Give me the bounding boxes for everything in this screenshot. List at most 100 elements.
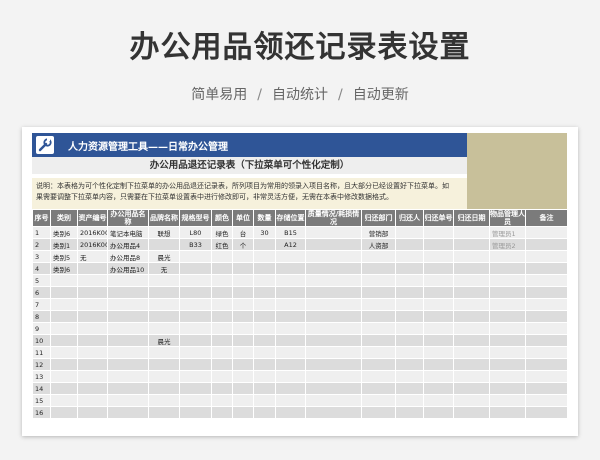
table-cell[interactable] bbox=[489, 322, 526, 335]
table-cell[interactable] bbox=[305, 226, 362, 239]
table-cell[interactable] bbox=[148, 286, 180, 299]
table-cell[interactable] bbox=[305, 238, 362, 251]
table-cell[interactable]: 13 bbox=[32, 370, 51, 383]
table-cell[interactable] bbox=[525, 334, 568, 347]
table-cell[interactable] bbox=[361, 250, 396, 263]
table-cell[interactable] bbox=[305, 334, 362, 347]
table-cell[interactable] bbox=[179, 274, 212, 287]
table-cell[interactable] bbox=[395, 382, 424, 395]
table-cell[interactable] bbox=[525, 298, 568, 311]
table-cell[interactable] bbox=[77, 274, 108, 287]
table-cell[interactable] bbox=[361, 370, 396, 383]
table-cell[interactable] bbox=[275, 382, 306, 395]
table-cell[interactable] bbox=[148, 394, 180, 407]
table-cell[interactable]: 11 bbox=[32, 346, 51, 359]
table-cell[interactable] bbox=[453, 226, 490, 239]
table-cell[interactable] bbox=[305, 394, 362, 407]
table-cell[interactable] bbox=[50, 382, 78, 395]
table-cell[interactable] bbox=[50, 370, 78, 383]
table-cell[interactable] bbox=[423, 298, 454, 311]
table-cell[interactable] bbox=[275, 394, 306, 407]
column-header[interactable]: 归还人 bbox=[395, 209, 424, 227]
table-cell[interactable]: 8 bbox=[32, 310, 51, 323]
table-cell[interactable] bbox=[211, 358, 233, 371]
table-cell[interactable] bbox=[211, 322, 233, 335]
table-cell[interactable] bbox=[211, 334, 233, 347]
table-cell[interactable] bbox=[423, 346, 454, 359]
table-cell[interactable] bbox=[107, 298, 149, 311]
table-cell[interactable] bbox=[211, 274, 233, 287]
table-cell[interactable]: 晨光 bbox=[148, 334, 180, 347]
table-cell[interactable] bbox=[148, 382, 180, 395]
table-cell[interactable] bbox=[453, 394, 490, 407]
table-cell[interactable]: 30 bbox=[253, 226, 276, 239]
column-header[interactable]: 备注 bbox=[525, 209, 568, 227]
column-header[interactable]: 归还部门 bbox=[361, 209, 396, 227]
column-header[interactable]: 办公用品名称 bbox=[107, 209, 149, 227]
table-cell[interactable] bbox=[107, 274, 149, 287]
table-cell[interactable] bbox=[395, 310, 424, 323]
column-header[interactable]: 规格型号 bbox=[179, 209, 212, 227]
table-cell[interactable] bbox=[275, 250, 306, 263]
table-cell[interactable]: 笔记本电脑 bbox=[107, 226, 149, 239]
table-cell[interactable] bbox=[148, 406, 180, 419]
table-cell[interactable] bbox=[489, 250, 526, 263]
table-cell[interactable] bbox=[232, 382, 254, 395]
table-cell[interactable]: 管理员1 bbox=[489, 226, 526, 239]
table-cell[interactable] bbox=[453, 346, 490, 359]
table-cell[interactable] bbox=[395, 334, 424, 347]
table-cell[interactable] bbox=[361, 310, 396, 323]
table-cell[interactable]: 个 bbox=[232, 238, 254, 251]
table-cell[interactable] bbox=[361, 394, 396, 407]
table-cell[interactable] bbox=[148, 238, 180, 251]
table-cell[interactable] bbox=[423, 250, 454, 263]
table-cell[interactable] bbox=[423, 262, 454, 275]
table-cell[interactable] bbox=[305, 406, 362, 419]
table-cell[interactable]: 12 bbox=[32, 358, 51, 371]
table-cell[interactable] bbox=[525, 346, 568, 359]
table-cell[interactable] bbox=[50, 334, 78, 347]
table-cell[interactable] bbox=[275, 322, 306, 335]
table-cell[interactable] bbox=[253, 370, 276, 383]
table-cell[interactable] bbox=[275, 334, 306, 347]
table-cell[interactable] bbox=[232, 322, 254, 335]
table-cell[interactable] bbox=[525, 274, 568, 287]
table-cell[interactable] bbox=[179, 298, 212, 311]
table-cell[interactable] bbox=[50, 358, 78, 371]
table-cell[interactable] bbox=[50, 310, 78, 323]
table-cell[interactable]: 类别1 bbox=[50, 238, 78, 251]
table-cell[interactable] bbox=[211, 262, 233, 275]
table-cell[interactable] bbox=[489, 334, 526, 347]
table-cell[interactable] bbox=[232, 286, 254, 299]
table-cell[interactable] bbox=[305, 286, 362, 299]
table-cell[interactable]: 10 bbox=[32, 334, 51, 347]
table-cell[interactable] bbox=[275, 274, 306, 287]
table-cell[interactable] bbox=[525, 262, 568, 275]
table-cell[interactable]: 15 bbox=[32, 394, 51, 407]
table-cell[interactable] bbox=[275, 310, 306, 323]
table-cell[interactable] bbox=[77, 322, 108, 335]
table-cell[interactable] bbox=[395, 286, 424, 299]
table-cell[interactable] bbox=[525, 250, 568, 263]
table-cell[interactable] bbox=[489, 358, 526, 371]
table-cell[interactable]: 4 bbox=[32, 262, 51, 275]
table-cell[interactable]: L80 bbox=[179, 226, 212, 239]
table-cell[interactable] bbox=[361, 286, 396, 299]
table-cell[interactable] bbox=[253, 322, 276, 335]
table-cell[interactable] bbox=[107, 322, 149, 335]
table-cell[interactable] bbox=[395, 358, 424, 371]
table-cell[interactable] bbox=[305, 274, 362, 287]
table-cell[interactable] bbox=[211, 394, 233, 407]
table-cell[interactable] bbox=[77, 286, 108, 299]
table-cell[interactable]: 营销部 bbox=[361, 226, 396, 239]
table-cell[interactable] bbox=[395, 346, 424, 359]
table-cell[interactable] bbox=[423, 334, 454, 347]
table-cell[interactable]: 绿色 bbox=[211, 226, 233, 239]
table-cell[interactable]: 3 bbox=[32, 250, 51, 263]
table-cell[interactable] bbox=[275, 346, 306, 359]
table-cell[interactable] bbox=[179, 406, 212, 419]
table-cell[interactable]: 类别6 bbox=[50, 226, 78, 239]
table-cell[interactable] bbox=[489, 406, 526, 419]
table-cell[interactable] bbox=[232, 310, 254, 323]
column-header[interactable]: 品牌名称 bbox=[148, 209, 180, 227]
